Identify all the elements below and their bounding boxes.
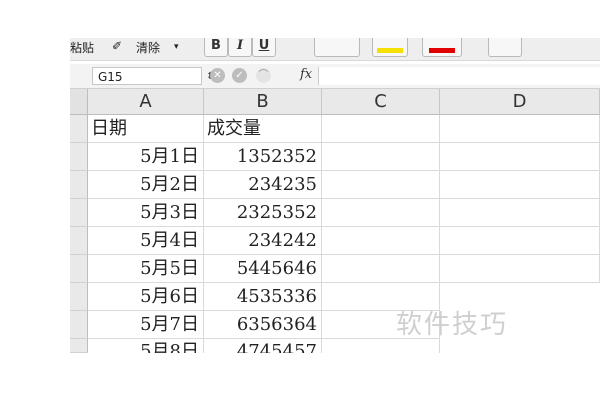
fx-label[interactable]: fx [300,67,312,82]
row-header[interactable] [70,255,88,283]
clear-button[interactable]: 清除 [136,39,160,56]
italic-button[interactable]: I [228,38,252,57]
cell-date[interactable]: 5月3日 [88,199,204,227]
cell-date[interactable]: 5月4日 [88,227,204,255]
cell-volume[interactable]: 6356364 [204,311,322,339]
cell-empty[interactable] [440,255,600,283]
row-header[interactable] [70,143,88,171]
font-color-button[interactable] [422,38,462,57]
cell-volume[interactable]: 2325352 [204,199,322,227]
name-box-value: G15 [98,70,123,84]
row-header[interactable] [70,339,88,353]
cell-volume[interactable]: 4745457 [204,339,322,353]
cell-empty[interactable] [322,143,440,171]
column-header-b[interactable]: B [204,89,322,115]
cell-volume[interactable]: 1352352 [204,143,322,171]
borders-button[interactable] [314,38,360,57]
row-header[interactable] [70,115,88,143]
cell-empty[interactable] [322,227,440,255]
cell-date[interactable]: 5月2日 [88,171,204,199]
cell-empty[interactable] [322,199,440,227]
confirm-icon[interactable]: ✓ [232,68,247,83]
cell-date[interactable]: 5月8日 [88,339,204,353]
row-header[interactable] [70,171,88,199]
column-header-d[interactable]: D [440,89,600,115]
cell-empty[interactable] [322,339,440,353]
cell-volume[interactable]: 4535336 [204,283,322,311]
align-button[interactable] [488,38,522,57]
cell-empty[interactable] [322,171,440,199]
cell-c1[interactable] [322,115,440,143]
formula-input[interactable] [318,67,600,85]
cell-date[interactable]: 5月1日 [88,143,204,171]
cell-b1[interactable]: 成交量 [204,115,322,143]
formula-bar: G15 ⬍ ✕ ✓ ⌒ fx [70,64,600,89]
row-header[interactable] [70,311,88,339]
function-wizard-icon[interactable]: ⌒ [256,68,271,83]
cell-empty[interactable] [440,171,600,199]
watermark: 软件技巧 [396,310,509,340]
cell-volume[interactable]: 234242 [204,227,322,255]
eraser-icon: ✐ [112,39,123,53]
column-header-c[interactable]: C [322,89,440,115]
cell-empty[interactable] [322,255,440,283]
bold-button[interactable]: B [204,38,228,57]
row-header[interactable] [70,283,88,311]
cell-empty[interactable] [440,199,600,227]
cell-date[interactable]: 5月7日 [88,311,204,339]
cell-volume[interactable]: 234235 [204,171,322,199]
cancel-icon[interactable]: ✕ [210,68,225,83]
toolbar: 粘贴 ✐ 清除 ▾ B I U [70,38,600,61]
highlight-color-swatch [377,48,403,53]
cell-volume[interactable]: 5445646 [204,255,322,283]
cell-date[interactable]: 5月5日 [88,255,204,283]
underline-button[interactable]: U [252,38,276,57]
chevron-down-icon[interactable]: ▾ [174,42,179,52]
cell-date[interactable]: 5月6日 [88,283,204,311]
name-box[interactable]: G15 ⬍ [92,67,214,85]
cell-d1[interactable] [440,115,600,143]
font-color-swatch [429,48,455,53]
highlight-button[interactable] [372,38,408,57]
row-header[interactable] [70,199,88,227]
cell-a1[interactable]: 日期 [88,115,204,143]
paste-button[interactable]: 粘贴 [70,39,94,56]
cell-empty[interactable] [440,143,600,171]
column-header-a[interactable]: A [88,89,204,115]
row-header[interactable] [70,227,88,255]
select-all-corner[interactable] [70,89,88,115]
cell-empty[interactable] [440,227,600,255]
